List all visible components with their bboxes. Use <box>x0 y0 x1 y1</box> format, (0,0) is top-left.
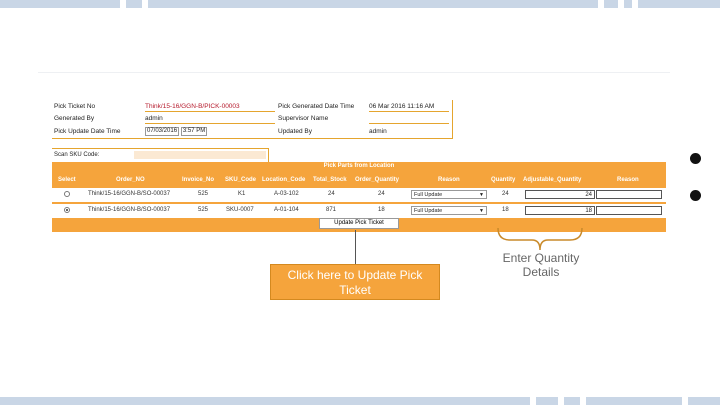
adjustable-quantity-input[interactable]: 18 <box>525 206 595 215</box>
bullet-dot <box>690 190 701 201</box>
reason-input[interactable] <box>596 206 662 215</box>
grid-title: Pick Parts from Location <box>323 163 395 169</box>
header-total-stock: Total_Stock <box>313 177 347 183</box>
header-order-no: Order_NO <box>116 177 145 183</box>
quantity-cell: 24 <box>502 191 509 197</box>
quantity-callout: Enter Quantity Details <box>502 251 580 279</box>
chevron-down-icon: ▼ <box>479 192 484 198</box>
reason-input[interactable] <box>596 190 662 199</box>
row-select-radio[interactable] <box>64 191 70 197</box>
order-quantity-cell: 24 <box>378 191 385 197</box>
updated-by-label: Updated By <box>278 128 312 135</box>
order-no-cell: Think/15-16/GGN-B/SO-00037 <box>88 207 171 213</box>
order-no-cell: Think/15-16/GGN-B/SO-00037 <box>88 191 171 197</box>
reason-select-value: Full Update <box>414 208 443 214</box>
pick-update-date-input[interactable]: 07/03/2016 <box>145 127 180 136</box>
bottom-stripe <box>0 397 720 405</box>
header-quantity: Quantity <box>491 177 516 183</box>
supervisor-label: Supervisor Name <box>278 115 329 122</box>
total-stock-cell: 871 <box>326 207 337 213</box>
header-invoice-no: Invoice_No <box>182 177 215 183</box>
quantity-cell: 18 <box>502 207 509 213</box>
sku-code-cell: K1 <box>238 191 246 197</box>
location-code-cell: A-03-102 <box>274 191 299 197</box>
generated-by-label: Generated By <box>54 115 95 122</box>
table-row: Think/15-16/GGN-B/SO-00037 525 K1 A-03-1… <box>52 188 666 202</box>
header-sku-code: SKU_Code <box>225 177 257 183</box>
supervisor-value <box>369 115 449 124</box>
row-select-radio[interactable] <box>64 207 70 213</box>
update-callout: Click here to Update Pick Ticket <box>270 264 440 300</box>
pick-generated-date-value: 06 Mar 2016 11:16 AM <box>369 103 449 112</box>
reason-select[interactable]: Full Update ▼ <box>411 206 487 215</box>
reason-select-value: Full Update <box>414 192 443 198</box>
sku-code-cell: SKU-0007 <box>226 207 254 213</box>
invoice-no-cell: 525 <box>198 207 209 213</box>
location-code-cell: A-01-104 <box>274 207 299 213</box>
pick-ticket-no-label: Pick Ticket No <box>54 103 96 110</box>
header-reason: Reason <box>438 177 460 183</box>
update-pick-ticket-button[interactable]: Update Pick Ticket <box>319 218 399 229</box>
pick-update-time-input[interactable]: 3:57 PM <box>180 127 208 136</box>
header-order-quantity: Order_Quantity <box>355 177 400 183</box>
pick-parts-grid: Pick Parts from Location Select Order_NO… <box>52 162 666 232</box>
callout-connector <box>355 230 356 264</box>
header-location-code: Location_Code <box>262 177 306 183</box>
header-adjustable-quantity: Adjustable_Quantity <box>523 177 582 183</box>
divider <box>38 72 670 73</box>
invoice-no-cell: 525 <box>198 191 209 197</box>
order-quantity-cell: 18 <box>378 207 385 213</box>
adjustable-quantity-input[interactable]: 24 <box>525 190 595 199</box>
bullet-dot <box>690 153 701 164</box>
reason-select[interactable]: Full Update ▼ <box>411 190 487 199</box>
updated-by-value: admin <box>369 128 387 135</box>
pick-update-date-field[interactable]: 07/03/2016 3:57 PM <box>145 127 208 136</box>
quantity-bracket <box>497 227 583 251</box>
header-select: Select <box>58 177 76 183</box>
total-stock-cell: 24 <box>328 191 335 197</box>
scan-sku-label: Scan SKU Code: <box>54 152 100 158</box>
generated-by-value: admin <box>145 115 275 124</box>
pick-ticket-no-value: Think/15-16/GGN-B/PICK-00003 <box>145 103 275 112</box>
table-row: Think/15-16/GGN-B/SO-00037 525 SKU-0007 … <box>52 204 666 218</box>
chevron-down-icon: ▼ <box>479 208 484 214</box>
ticket-info-panel: Pick Ticket No Think/15-16/GGN-B/PICK-00… <box>52 100 453 139</box>
pick-update-date-label: Pick Update Date Time <box>54 128 121 135</box>
header-reason-2: Reason <box>617 177 639 183</box>
scan-sku-input[interactable] <box>134 151 266 159</box>
pick-generated-date-label: Pick Generated Date Time <box>278 103 355 110</box>
top-stripe <box>0 0 720 8</box>
